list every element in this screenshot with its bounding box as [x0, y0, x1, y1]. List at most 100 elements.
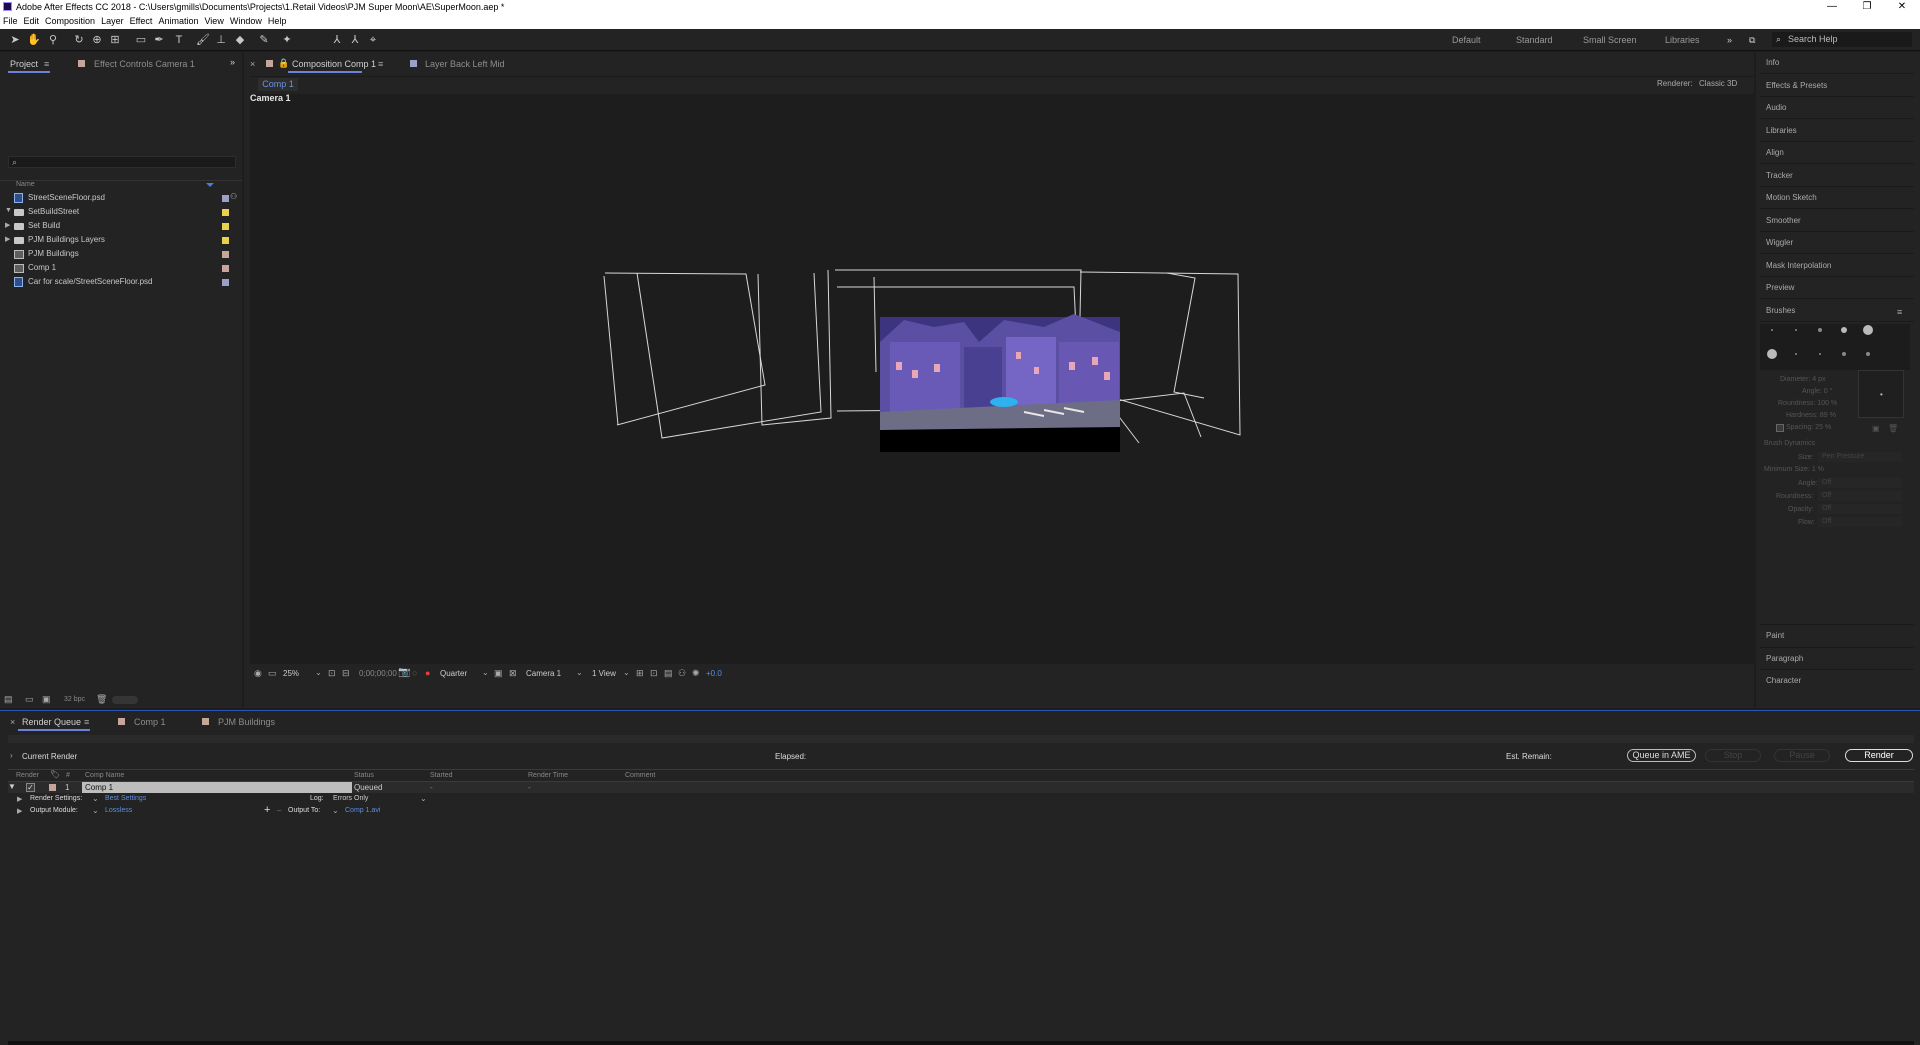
interpret-footage-icon[interactable]: ▤ [4, 694, 13, 705]
trash-icon[interactable]: 🗑 [96, 694, 107, 705]
col-number[interactable]: # [66, 772, 70, 779]
project-item[interactable]: Car for scale/StreetSceneFloor.psd [0, 276, 242, 289]
brush-diameter[interactable]: Diameter: 4 px [1780, 376, 1826, 383]
type-tool-icon[interactable]: T [172, 33, 186, 47]
flowchart-icon[interactable]: ⚇ [678, 668, 686, 679]
project-item[interactable]: StreetSceneFloor.psd [0, 192, 242, 205]
brush-preset[interactable] [1771, 329, 1773, 331]
col-comment[interactable]: Comment [625, 772, 655, 779]
brush-preset[interactable] [1795, 353, 1797, 355]
panel-preview[interactable]: Preview [1760, 277, 1914, 299]
save-brush-icon[interactable]: ▣ [1872, 424, 1880, 433]
sort-arrow-icon[interactable] [206, 183, 214, 187]
brush-hardness[interactable]: Hardness: 89 % [1786, 412, 1836, 419]
render-settings-value[interactable]: Best Settings [105, 795, 146, 802]
panel-smoother[interactable]: Smoother [1760, 210, 1914, 232]
brush-preset[interactable] [1818, 328, 1822, 332]
col-status[interactable]: Status [354, 772, 374, 779]
panel-character[interactable]: Character [1760, 669, 1914, 691]
new-folder-icon[interactable]: ▭ [25, 694, 34, 705]
dyn-flow-dropdown[interactable]: Off [1818, 517, 1902, 527]
min-size-label[interactable]: Minimum Size: 1 % [1764, 466, 1824, 473]
workspace-standard[interactable]: Standard [1516, 35, 1553, 45]
project-item[interactable]: PJM Buildings [0, 248, 242, 261]
brush-preset[interactable] [1841, 327, 1847, 333]
panel-mask-interpolation[interactable]: Mask Interpolation [1760, 255, 1914, 277]
chevron-down-icon[interactable]: ⌄ [332, 806, 339, 815]
dyn-opacity-dropdown[interactable]: Off [1818, 504, 1902, 514]
fit-icon[interactable]: ⊡ [328, 668, 336, 679]
workspace-libraries[interactable]: Libraries [1665, 35, 1700, 45]
label-color-swatch[interactable] [222, 265, 229, 272]
project-item[interactable]: ▶ PJM Buildings Layers [0, 234, 242, 247]
snapshot-icon[interactable]: 📷 [398, 667, 410, 678]
maximize-icon[interactable]: ❐ [1857, 0, 1877, 14]
tab-effect-controls[interactable]: Effect Controls Camera 1 [94, 59, 195, 69]
brush-preset[interactable] [1863, 325, 1873, 335]
selection-tool-icon[interactable]: ➤ [8, 33, 22, 47]
label-color-swatch[interactable] [222, 195, 229, 202]
roto-brush-tool-icon[interactable]: ✎ [257, 33, 271, 47]
render-queue-menu-icon[interactable]: ≡ [84, 717, 89, 727]
col-comp-name[interactable]: Comp Name [85, 772, 124, 779]
menu-effect[interactable]: Effect [127, 14, 156, 29]
remove-output-module-icon[interactable]: – [277, 806, 281, 815]
flowchart-icon[interactable]: ⚇ [230, 192, 237, 201]
label-color-swatch[interactable] [222, 237, 229, 244]
rectangle-tool-icon[interactable]: ▭ [134, 33, 148, 47]
panel-motion-sketch[interactable]: Motion Sketch [1760, 187, 1914, 209]
col-started[interactable]: Started [430, 772, 453, 779]
render-checkbox[interactable]: ✓ [26, 783, 35, 792]
label-color-swatch[interactable] [222, 279, 229, 286]
panel-effects-presets[interactable]: Effects & Presets [1760, 75, 1914, 97]
menu-window[interactable]: Window [227, 14, 265, 29]
spacing-checkbox[interactable] [1776, 424, 1784, 432]
brush-roundness[interactable]: Roundness: 100 % [1778, 400, 1837, 407]
menu-help[interactable]: Help [265, 14, 290, 29]
zoom-dropdown[interactable]: 25% [283, 669, 299, 678]
output-module-value[interactable]: Lossless [105, 807, 132, 814]
timeline-icon[interactable]: ▤ [664, 668, 673, 679]
list-slider[interactable] [112, 696, 138, 704]
fast-previews-icon[interactable]: ⊡ [650, 668, 658, 679]
pan-behind-tool-icon[interactable]: ⊞ [108, 33, 122, 47]
brush-preset[interactable] [1866, 352, 1870, 356]
menu-view[interactable]: View [201, 14, 226, 29]
dyn-angle-dropdown[interactable]: Off [1818, 478, 1902, 488]
panel-tracker[interactable]: Tracker [1760, 165, 1914, 187]
render-settings-expand-icon[interactable]: ▶ [17, 795, 22, 803]
output-to-value[interactable]: Comp 1.avi [345, 807, 380, 814]
col-render[interactable]: Render [16, 772, 39, 779]
toggle-pixel-aspect-icon[interactable]: ⊞ [636, 668, 644, 679]
brush-spacing[interactable]: Spacing: 25 % [1786, 424, 1831, 431]
expand-triangle-icon[interactable]: ▶ [5, 235, 10, 243]
workspace-default[interactable]: Default [1452, 35, 1481, 45]
brush-preset[interactable] [1819, 353, 1821, 355]
search-help-input[interactable]: Search Help [1772, 32, 1912, 47]
brush-preset[interactable] [1795, 329, 1797, 331]
col-render-time[interactable]: Render Time [528, 772, 568, 779]
panel-align[interactable]: Align [1760, 142, 1914, 164]
workspace-small-screen[interactable]: Small Screen [1583, 35, 1637, 45]
brushes-menu-icon[interactable]: ≡ [1897, 307, 1902, 317]
dyn-roundness-dropdown[interactable]: Off [1818, 491, 1902, 501]
expand-triangle-icon[interactable]: ▶ [5, 221, 10, 229]
log-dropdown[interactable]: Errors Only [333, 794, 429, 804]
queue-in-ame-button[interactable]: Queue in AME [1627, 749, 1696, 762]
tab-project[interactable]: Project [10, 59, 38, 69]
panel-brushes[interactable]: Brushes [1760, 300, 1914, 322]
label-color-swatch[interactable] [222, 209, 229, 216]
eraser-tool-icon[interactable]: ◆ [233, 33, 247, 47]
camera-orbit-tool-icon[interactable]: ⊕ [90, 33, 104, 47]
chevron-down-icon[interactable]: ⌄ [92, 794, 99, 803]
brush-tool-icon[interactable]: 🖌 [196, 33, 210, 47]
close-icon[interactable]: ✕ [1892, 0, 1912, 14]
output-module-expand-icon[interactable]: ▶ [17, 807, 22, 815]
transparency-grid-icon[interactable]: ⊠ [509, 668, 517, 679]
close-tab-icon[interactable]: × [10, 717, 15, 727]
expand-triangle-icon[interactable]: ▼ [8, 782, 16, 791]
tab-pjm-buildings-timeline[interactable]: PJM Buildings [218, 717, 275, 727]
puppet-pin-tool-icon[interactable]: ✦ [280, 33, 294, 47]
add-output-module-icon[interactable]: + [264, 804, 270, 816]
panel-info[interactable]: Info [1760, 52, 1914, 74]
